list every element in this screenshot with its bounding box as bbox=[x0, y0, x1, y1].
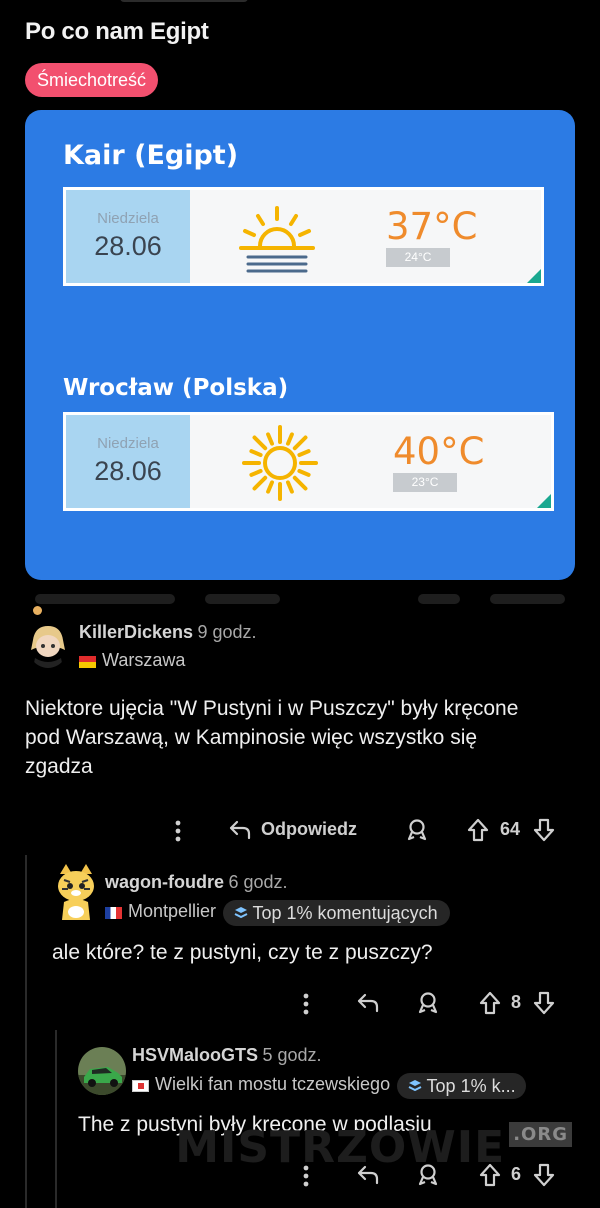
timestamp: 5 godz. bbox=[262, 1045, 322, 1065]
temp-high: 40°C bbox=[393, 430, 485, 473]
sun-ray bbox=[249, 469, 263, 477]
top-commenter-badge[interactable]: Top 1% k... bbox=[396, 1073, 526, 1099]
award-icon[interactable] bbox=[416, 1163, 440, 1187]
user-location: Montpellier Top 1% komentujących bbox=[105, 900, 450, 926]
action-stub bbox=[490, 594, 565, 604]
avatar-decoration bbox=[33, 606, 42, 615]
timestamp: 9 godz. bbox=[197, 622, 257, 642]
temp-high: 37°C bbox=[386, 205, 478, 248]
score: 6 bbox=[511, 1164, 522, 1184]
sunrise-icon bbox=[239, 206, 315, 273]
flag-icon bbox=[79, 655, 96, 668]
sun-ray bbox=[297, 469, 311, 477]
location-label: Warszawa bbox=[102, 650, 186, 670]
badge-label: Top 1% k... bbox=[426, 1076, 516, 1096]
sun-ray bbox=[266, 480, 274, 494]
user-location: Warszawa bbox=[79, 650, 185, 671]
action-stub bbox=[205, 594, 280, 604]
sun-ray bbox=[252, 435, 268, 451]
upvote-icon[interactable] bbox=[466, 817, 490, 843]
temp-low: 23°C bbox=[393, 473, 457, 492]
location-label: Montpellier bbox=[128, 901, 217, 922]
action-stub bbox=[418, 594, 460, 604]
sun-icon bbox=[242, 425, 318, 501]
avatar[interactable] bbox=[27, 620, 69, 668]
score: 64 bbox=[500, 819, 521, 839]
downvote-icon[interactable] bbox=[532, 1162, 556, 1188]
downvote-icon[interactable] bbox=[532, 817, 556, 843]
top-commenter-badge[interactable]: Top 1% komentujących bbox=[222, 900, 450, 926]
city-title-cairo: Kair (Egipt) bbox=[63, 140, 239, 171]
sun-ray bbox=[297, 449, 311, 457]
temp-low: 24°C bbox=[386, 248, 450, 267]
avatar[interactable] bbox=[52, 862, 100, 922]
reply-icon[interactable] bbox=[356, 992, 380, 1014]
day-label: Niedziela bbox=[97, 210, 159, 227]
date-label: 28.06 bbox=[94, 231, 162, 261]
upvote-icon[interactable] bbox=[478, 1162, 502, 1188]
weather-panel-cairo: Niedziela 28.06 37°C 24°C bbox=[63, 187, 544, 286]
thread-line bbox=[25, 855, 27, 1208]
more-options-icon[interactable] bbox=[174, 820, 182, 842]
upvote-icon[interactable] bbox=[478, 990, 502, 1016]
username[interactable]: wagon-foudre bbox=[105, 872, 224, 892]
action-stub bbox=[35, 594, 175, 604]
sun-ray bbox=[292, 435, 308, 451]
previous-element-stub bbox=[120, 0, 248, 2]
score: 8 bbox=[511, 992, 522, 1012]
sun-ray bbox=[249, 449, 263, 457]
day-label: Niedziela bbox=[97, 435, 159, 452]
top-badge-icon bbox=[408, 1080, 421, 1092]
city-title-wroclaw: Wrocław (Polska) bbox=[63, 375, 289, 401]
flag-icon bbox=[132, 1080, 149, 1092]
sun-ray bbox=[286, 432, 294, 446]
post-flair[interactable]: Śmiechotreść bbox=[25, 63, 159, 97]
comment-body: Niektore ujęcia "W Pustyni i w Puszczy" … bbox=[25, 697, 519, 778]
comment-actions: Odpowiedz 64 bbox=[170, 816, 560, 844]
thread-line bbox=[55, 1030, 57, 1208]
comment-meta: wagon-foudre 6 godz. bbox=[105, 872, 288, 893]
post-title: Po co nam Egipt bbox=[25, 18, 209, 45]
comment-body: ale które? te z pustyni, czy te z puszcz… bbox=[52, 941, 433, 964]
reply-button[interactable]: Odpowiedz bbox=[261, 819, 357, 840]
corner-mark bbox=[525, 267, 541, 283]
comment-actions: 8 bbox=[298, 990, 568, 1018]
username[interactable]: HSVMalooGTS bbox=[132, 1045, 258, 1065]
award-icon[interactable] bbox=[416, 991, 440, 1015]
watermark-suffix: .ORG bbox=[509, 1122, 572, 1147]
sun-ray bbox=[286, 480, 294, 494]
more-options-icon[interactable] bbox=[302, 1165, 310, 1187]
user-location: Wielki fan mostu tczewskiego Top 1% k... bbox=[132, 1073, 526, 1099]
downvote-icon[interactable] bbox=[532, 990, 556, 1016]
award-icon[interactable] bbox=[405, 818, 429, 842]
reply-icon[interactable] bbox=[228, 819, 252, 841]
sun-ray bbox=[266, 432, 274, 446]
comment-meta: KillerDickens 9 godz. bbox=[79, 622, 257, 643]
location-label: Wielki fan mostu tczewskiego bbox=[155, 1074, 391, 1095]
date-label: 28.06 bbox=[94, 456, 162, 486]
badge-label: Top 1% komentujących bbox=[252, 903, 438, 923]
flag-icon bbox=[105, 907, 122, 919]
sun-ray bbox=[252, 475, 268, 491]
timestamp: 6 godz. bbox=[228, 872, 288, 892]
more-options-icon[interactable] bbox=[302, 993, 310, 1015]
comment-actions: 6 bbox=[298, 1162, 568, 1190]
username[interactable]: KillerDickens bbox=[79, 622, 193, 642]
sun-ray bbox=[292, 475, 308, 491]
top-badge-icon bbox=[234, 907, 247, 919]
reply-icon[interactable] bbox=[356, 1164, 380, 1186]
comment-meta: HSVMalooGTS 5 godz. bbox=[132, 1045, 322, 1066]
post-image[interactable]: Kair (Egipt) Niedziela 28.06 37°C 24°C W… bbox=[25, 110, 575, 580]
avatar[interactable] bbox=[78, 1047, 126, 1095]
weather-panel-wroclaw: Niedziela 28.06 40°C 23°C bbox=[63, 412, 554, 511]
corner-mark bbox=[535, 492, 551, 508]
